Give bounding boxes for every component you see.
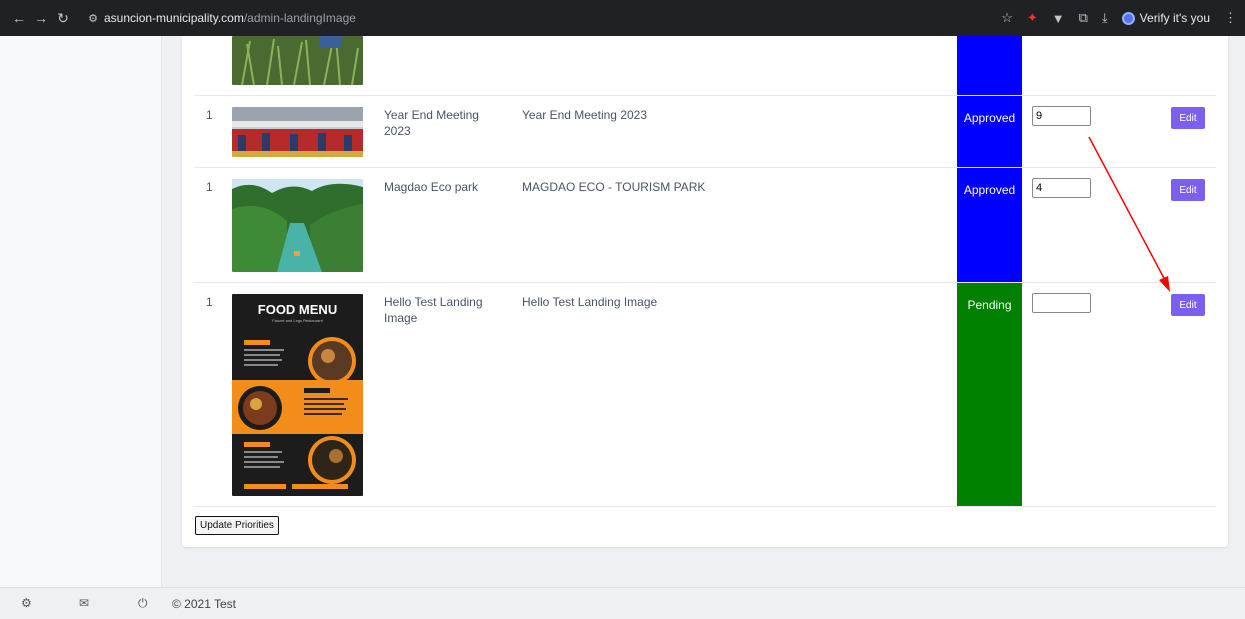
profile-label: Verify it's you	[1139, 11, 1210, 25]
edit-button[interactable]: Edit	[1171, 179, 1205, 201]
menu-icon[interactable]: ⋮	[1224, 10, 1237, 26]
status-badge	[957, 36, 1022, 95]
row-number: 1	[206, 295, 213, 309]
status-badge: Pending	[957, 283, 1022, 506]
row-title: Year End Meeting 2023	[384, 108, 479, 138]
copyright-text: © 2021 Test	[172, 597, 236, 611]
row-title: Hello Test Landing Image	[384, 295, 483, 325]
url-host: asuncion-municipality.com	[104, 11, 244, 25]
avatar	[1121, 11, 1135, 25]
edit-button[interactable]: Edit	[1171, 294, 1205, 316]
status-badge: Approved	[957, 168, 1022, 282]
priority-input[interactable]	[1032, 293, 1091, 313]
extension-icon[interactable]: ⧉	[1079, 10, 1088, 26]
edit-button[interactable]: Edit	[1171, 107, 1205, 129]
priority-input[interactable]	[1032, 106, 1091, 126]
forward-icon[interactable]: →	[30, 10, 52, 26]
row-number: 1	[206, 180, 213, 194]
priority-input[interactable]	[1032, 178, 1091, 198]
status-badge: Approved	[957, 96, 1022, 167]
star-icon[interactable]: ☆	[1001, 10, 1013, 26]
reload-icon[interactable]: ↻	[52, 10, 74, 27]
row-thumbnail	[232, 179, 363, 272]
back-icon[interactable]: ←	[8, 10, 30, 26]
table-row: 1 Year End Meeting 2023 Year End Meeting…	[194, 96, 1216, 168]
url-path: /admin-landingImage	[243, 11, 356, 25]
row-description: MAGDAO ECO - TOURISM PARK	[522, 180, 706, 194]
row-thumbnail: FOOD MENU Faucet and Legs Restaurant	[232, 294, 363, 496]
table-row: 1 FOOD MENU Faucet and Legs Restaurant H…	[194, 283, 1216, 507]
site-info-icon[interactable]: ⚙	[82, 12, 104, 25]
settings-icon[interactable]: ⚙	[21, 596, 32, 610]
browser-toolbar: ← → ↻ ⚙ asuncion-municipality.com /admin…	[0, 0, 1245, 36]
update-priorities-button[interactable]: Update Priorities	[195, 516, 279, 535]
row-description: Hello Test Landing Image	[522, 295, 658, 309]
download-icon[interactable]: ⤓	[1102, 10, 1108, 26]
mail-icon[interactable]: ✉	[79, 596, 89, 610]
row-description: Year End Meeting 2023	[522, 108, 647, 122]
extension-icon[interactable]: ▼	[1052, 11, 1065, 26]
table-row	[194, 36, 1216, 96]
sidebar	[0, 36, 162, 587]
footer: ⚙ ✉ ⏻ © 2021 Test	[0, 587, 1245, 619]
row-thumbnail	[232, 107, 363, 157]
row-thumbnail	[232, 36, 363, 85]
address-bar[interactable]: ⚙ asuncion-municipality.com /admin-landi…	[82, 11, 356, 25]
profile-button[interactable]: Verify it's you	[1121, 11, 1210, 25]
landing-image-table: 1 Year End Meeting 2023 Year End Meeting…	[182, 36, 1228, 547]
row-title: Magdao Eco park	[384, 180, 479, 194]
table-row: 1 Magdao Eco park MAGDAO ECO - TOURISM P…	[194, 168, 1216, 283]
extension-icon[interactable]: ✦	[1027, 10, 1038, 26]
toolbar-actions: ☆ ✦ ▼ ⧉ ⤓ Verify it's you ⋮	[1001, 0, 1237, 36]
power-icon[interactable]: ⏻	[138, 596, 148, 611]
row-number: 1	[206, 108, 213, 122]
